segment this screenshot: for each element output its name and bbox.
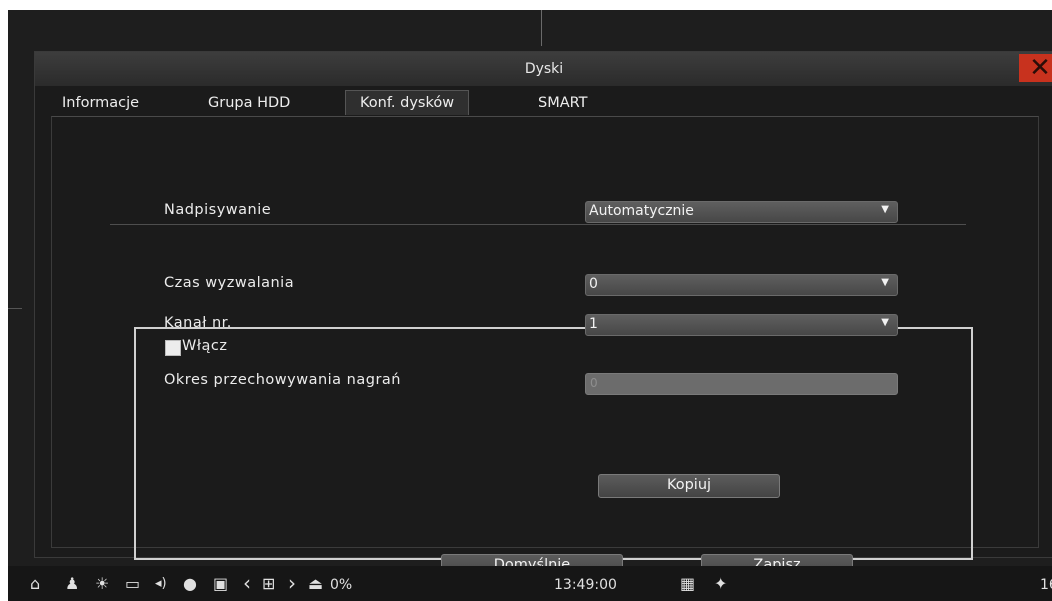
tab-grupa-hdd[interactable]: Grupa HDD — [208, 91, 290, 115]
trigger-time-value: 0 — [589, 276, 598, 292]
channel-label: Kanał nr. — [164, 315, 232, 331]
disks-dialog: Dyski ✕ Informacje Grupa HDD Konf. dyskó… — [34, 51, 1052, 578]
divider-line — [541, 10, 542, 46]
overwrite-label: Nadpisywanie — [164, 202, 272, 218]
speaker-icon[interactable]: ◂) — [155, 576, 167, 591]
tab-konf-dyskow[interactable]: Konf. dysków — [345, 90, 470, 115]
alarm-icon[interactable]: ☀ — [95, 574, 109, 593]
prev-icon[interactable]: ‹ — [243, 571, 251, 595]
taskbar: ⌂ ♟ ☀ ▭ ◂) ● ▣ ‹ ⊞ › ⏏ 0% 13:49:00 ▦ ✦ 1… — [8, 566, 1052, 601]
enable-checkbox[interactable] — [165, 340, 181, 356]
overwrite-select[interactable]: Automatycznie ▼ — [585, 201, 898, 223]
chevron-down-icon: ▼ — [881, 204, 889, 215]
pin-icon[interactable]: ✦ — [714, 574, 727, 593]
channel-settings-box — [134, 327, 973, 560]
grid-icon[interactable]: ⊞ — [262, 574, 275, 593]
close-button[interactable]: ✕ — [1019, 54, 1052, 82]
tab-informacje[interactable]: Informacje — [62, 91, 139, 115]
divider-mark — [8, 308, 22, 309]
enable-label: Włącz — [182, 338, 228, 354]
retention-value: 0 — [590, 376, 598, 390]
tab-bar: Informacje Grupa HDD Konf. dysków SMART — [35, 86, 1052, 116]
home-icon[interactable]: ⌂ — [30, 574, 40, 593]
channel-select[interactable]: 1 ▼ — [585, 314, 898, 336]
user-icon[interactable]: ♟ — [65, 574, 79, 593]
monitor-icon[interactable]: ▭ — [125, 574, 140, 593]
retention-label: Okres przechowywania nagrań — [164, 372, 401, 388]
hdd-icon: ⏏ — [308, 574, 324, 593]
next-icon[interactable]: › — [288, 571, 296, 595]
channel-value: 1 — [589, 316, 598, 332]
overwrite-value: Automatycznie — [589, 203, 694, 219]
copy-button[interactable]: Kopiuj — [598, 474, 780, 498]
disk-config-panel: Nadpisywanie Automatycznie ▼ Czas wyzwal… — [51, 116, 1039, 578]
clock: 13:49:00 — [554, 577, 617, 593]
playback-icon[interactable]: ▣ — [213, 574, 228, 593]
trigger-time-label: Czas wyzwalania — [164, 275, 295, 291]
separator — [110, 224, 966, 225]
dialog-title: Dyski — [524, 61, 564, 77]
qr-icon[interactable]: ▦ — [680, 574, 695, 593]
chevron-down-icon: ▼ — [881, 317, 889, 328]
retention-input: 0 — [585, 373, 898, 395]
dvr-screen: Dyski ✕ Informacje Grupa HDD Konf. dyskó… — [8, 10, 1052, 601]
edge-text: 16 — [1040, 577, 1052, 593]
dialog-titlebar: Dyski ✕ — [35, 52, 1052, 86]
record-icon[interactable]: ● — [183, 574, 197, 593]
hdd-usage: 0% — [330, 577, 353, 593]
tab-smart[interactable]: SMART — [538, 91, 588, 115]
chevron-down-icon: ▼ — [881, 277, 889, 288]
trigger-time-select[interactable]: 0 ▼ — [585, 274, 898, 296]
